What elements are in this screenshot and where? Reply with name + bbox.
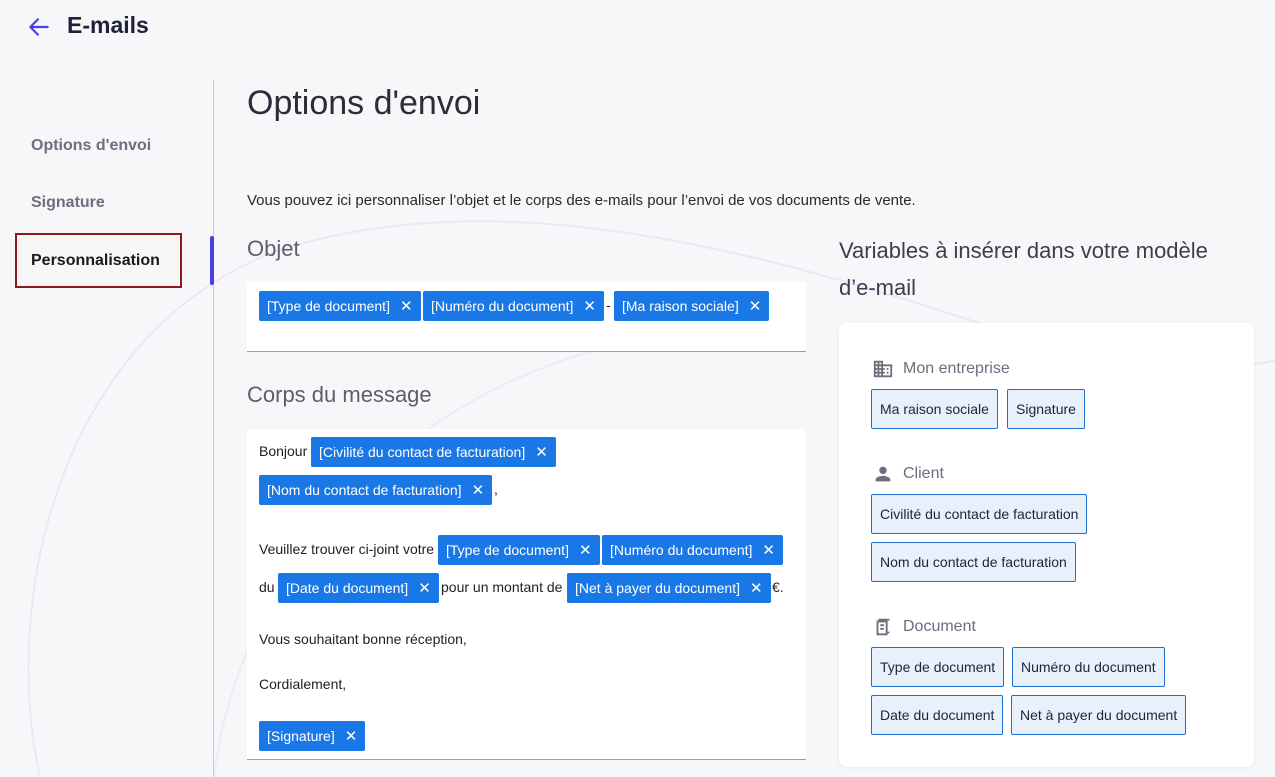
body-text: Bonjour (259, 443, 308, 459)
sidebar-active-indicator (210, 236, 214, 285)
remove-chip-icon[interactable]: ✕ (418, 574, 431, 604)
variable-button[interactable]: Nom du contact de facturation (871, 542, 1076, 582)
body-chip: [Signature] ✕ (259, 721, 366, 752)
body-text: Veuillez trouver ci-joint votre (259, 541, 435, 557)
body-text: Vous souhaitant bonne réception, (259, 631, 467, 647)
body-chip: [Nom du contact de facturation] ✕ (259, 475, 493, 506)
remove-chip-icon[interactable]: ✕ (750, 574, 763, 604)
page-title: E-mails (67, 12, 149, 38)
sidebar (0, 80, 214, 777)
intro-text: Vous pouvez ici personnaliser l’objet et… (247, 192, 916, 209)
body-chip: [Civilité du contact de facturation] ✕ (311, 437, 556, 467)
variable-button[interactable]: Numéro du document (1012, 647, 1165, 687)
body-chip: [Net à payer du document] ✕ (567, 573, 771, 603)
sidebar-item-personnalisation[interactable]: Personnalisation (31, 252, 160, 270)
remove-chip-icon[interactable]: ✕ (400, 292, 413, 322)
variable-button[interactable]: Civilité du contact de facturation (871, 494, 1088, 534)
body-text: du (259, 579, 275, 595)
group-heading-client: Client (903, 465, 944, 482)
subject-heading: Objet (247, 236, 300, 261)
variables-title: Variables à insérer dans votre modèle d’… (839, 238, 1208, 300)
body-heading: Corps du message (247, 382, 432, 407)
sidebar-item-signature[interactable]: Signature (31, 194, 105, 212)
variable-button[interactable]: Ma raison sociale (871, 389, 998, 429)
variable-button[interactable]: Date du document (871, 695, 1004, 735)
subject-chip: [Ma raison sociale] ✕ (614, 291, 770, 322)
body-text: Cordialement, (259, 676, 347, 692)
subject-chip: [Numéro du document] ✕ (423, 291, 604, 321)
remove-chip-icon[interactable]: ✕ (472, 476, 485, 506)
sidebar-divider (213, 80, 214, 777)
building-icon (873, 360, 893, 378)
receipt-icon (876, 618, 890, 636)
remove-chip-icon[interactable]: ✕ (579, 536, 592, 566)
top-bar: E-mails (0, 0, 1275, 54)
body-chip: [Date du document] ✕ (278, 573, 439, 603)
body-chip: [Type de document] ✕ (438, 535, 600, 565)
main-title: Options d'envoi (247, 84, 481, 122)
body-chip: [Numéro du document] ✕ (602, 535, 783, 565)
variable-button[interactable]: Signature (1007, 389, 1085, 429)
body-text: , (494, 481, 498, 497)
person-icon (875, 466, 891, 482)
remove-chip-icon[interactable]: ✕ (749, 292, 762, 322)
remove-chip-icon[interactable]: ✕ (535, 438, 548, 468)
group-heading-document: Document (903, 618, 976, 635)
sidebar-item-options-envoi[interactable]: Options d'envoi (31, 137, 151, 155)
remove-chip-icon[interactable]: ✕ (345, 722, 358, 752)
variable-button[interactable]: Type de document (871, 647, 1005, 687)
subject-chip: [Type de document] ✕ (259, 291, 421, 321)
subject-separator: - (606, 297, 611, 313)
variable-button[interactable]: Net à payer du document (1011, 695, 1187, 735)
body-text: €. (772, 579, 784, 595)
remove-chip-icon[interactable]: ✕ (583, 292, 596, 322)
back-arrow-icon[interactable] (26, 14, 52, 40)
body-text: pour un montant de (441, 579, 563, 595)
group-heading-entreprise: Mon entreprise (903, 360, 1010, 377)
remove-chip-icon[interactable]: ✕ (762, 536, 775, 566)
